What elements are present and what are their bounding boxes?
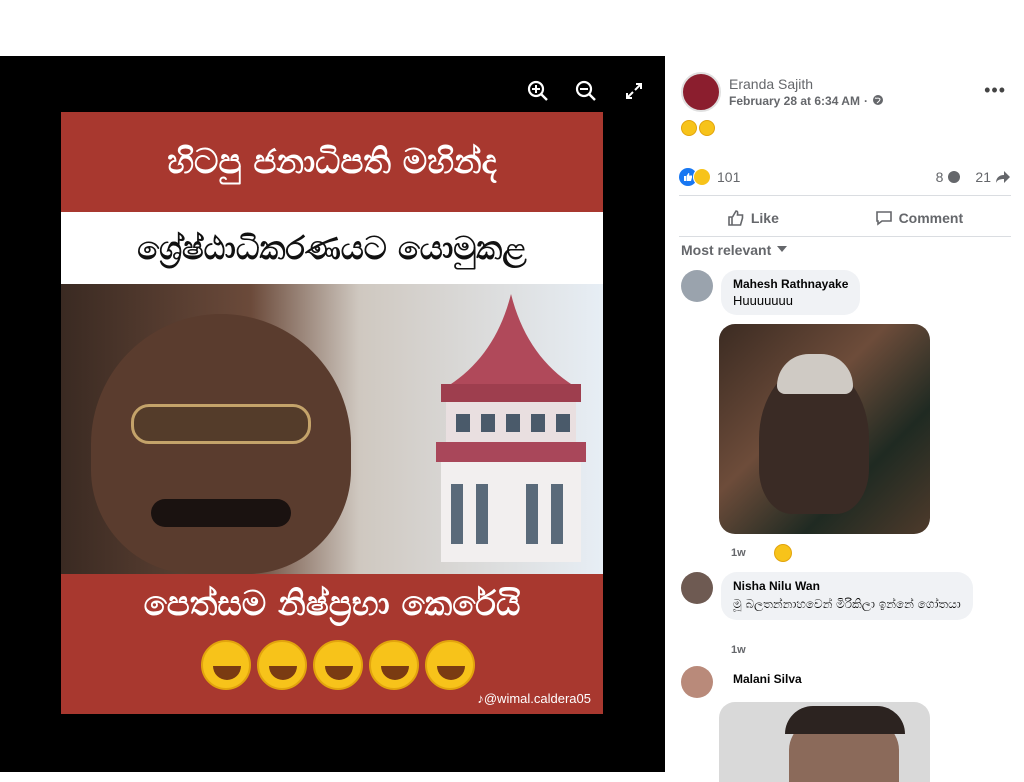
comment-label: Comment <box>898 210 964 226</box>
laughing-emoji-icon <box>313 640 363 690</box>
comment-bubble-icon <box>948 171 961 183</box>
man-portrait <box>91 314 351 574</box>
comment-time[interactable]: 1w <box>731 644 746 656</box>
commenter-avatar[interactable] <box>681 270 713 302</box>
laughing-emoji-icon <box>257 640 307 690</box>
author-name[interactable]: Eranda Sajith <box>729 76 884 92</box>
comment-meta: 1w <box>731 544 792 562</box>
zoom-in-icon[interactable] <box>525 78 551 104</box>
image-photo <box>61 284 603 574</box>
post-meta: February 28 at 6:34 AM · <box>729 94 884 109</box>
reactions-bar: 101 8 21 <box>679 168 1011 186</box>
haha-reaction-icon <box>773 544 792 562</box>
commenter-name[interactable]: Malani Silva <box>733 672 802 686</box>
like-label: Like <box>750 210 779 226</box>
image-bottom-band: පෙත්සම නිෂ්ප්‍රභා කෙරේයි ♪@wimal.caldera… <box>61 574 603 714</box>
post-sidebar: Eranda Sajith February 28 at 6:34 AM · •… <box>665 56 1024 782</box>
shares-count: 21 <box>975 169 991 185</box>
comment-item: Mahesh Rathnayake Huuuuuuu <box>681 270 861 315</box>
engagement-counts: 8 21 <box>936 169 1011 185</box>
court-building <box>436 294 586 562</box>
image-headline-1: හිටපු ජනාධිපති මහින්ද <box>61 112 603 212</box>
haha-reaction-icon <box>693 168 711 186</box>
like-button[interactable]: Like <box>727 209 779 227</box>
share-arrow-icon <box>996 171 1010 183</box>
top-bar <box>0 0 1024 56</box>
commenter-avatar[interactable] <box>681 572 713 604</box>
comment-meta: 1w <box>731 644 746 656</box>
comment-text: Huuuuuuu <box>733 293 793 308</box>
post-date[interactable]: February 28 at 6:34 AM <box>729 94 860 108</box>
post-actions: Like Comment <box>679 200 1011 236</box>
laughing-emoji-icon <box>369 640 419 690</box>
thumbs-up-icon <box>728 210 744 226</box>
commenter-avatar[interactable] <box>681 666 713 698</box>
comment-item: Nisha Nilu Wan මූ බලතන්නාහවෙන් මිරිකිලා … <box>681 572 973 620</box>
comment-sort-dropdown[interactable]: Most relevant <box>681 242 788 258</box>
photo-viewer: හිටපු ජනාධිපති මහින්ද ශ්‍රේෂ්ඨාධිකරණයට ය… <box>0 56 665 772</box>
post-image: හිටපු ජනාධිපති මහින්ද ශ්‍රේෂ්ඨාධිකරණයට ය… <box>61 112 603 714</box>
author-row: Eranda Sajith February 28 at 6:34 AM · <box>681 72 884 112</box>
commenter-name[interactable]: Mahesh Rathnayake <box>733 277 848 291</box>
sunglasses <box>131 404 311 444</box>
laughing-emoji-row <box>201 640 475 690</box>
laughing-emoji-icon <box>681 120 697 136</box>
more-options-button[interactable]: ••• <box>984 80 1006 101</box>
meta-separator: · <box>863 94 868 108</box>
comment-bubble: Nisha Nilu Wan මූ බලතන්නාහවෙන් මිරිකිලා … <box>721 572 973 620</box>
post-caption <box>681 120 715 136</box>
zoom-out-icon[interactable] <box>573 78 599 104</box>
dark-hair <box>785 706 905 734</box>
comment-button[interactable]: Comment <box>875 209 964 227</box>
watermark: ♪@wimal.caldera05 <box>477 691 591 706</box>
comment-gif[interactable] <box>719 702 930 782</box>
mustache <box>151 499 291 527</box>
comments-count: 8 <box>935 169 944 185</box>
gray-hair <box>777 354 853 394</box>
comments-count-group[interactable]: 8 <box>936 169 962 185</box>
comment-bubble: Malani Silva <box>721 666 814 698</box>
caret-down-icon <box>777 246 788 252</box>
comment-bubble: Mahesh Rathnayake Huuuuuuu <box>721 270 861 315</box>
comment-item: Malani Silva <box>681 666 814 698</box>
divider <box>679 195 1011 196</box>
sort-label: Most relevant <box>681 242 772 258</box>
comment-text: මූ බලතන්නාහවෙන් මිරිකිලා ඉන්නේ ගෝතයා <box>733 597 961 611</box>
commenter-name[interactable]: Nisha Nilu Wan <box>733 579 961 593</box>
laughing-emoji-icon <box>425 640 475 690</box>
reaction-summary[interactable]: 101 <box>679 168 740 186</box>
comment-time[interactable]: 1w <box>731 547 746 559</box>
shares-count-group[interactable]: 21 <box>975 169 1011 185</box>
comment-icon <box>875 211 892 226</box>
divider <box>679 236 1011 237</box>
author-avatar[interactable] <box>681 72 721 112</box>
fullscreen-icon[interactable] <box>621 78 647 104</box>
comment-gif[interactable] <box>719 324 930 534</box>
laughing-emoji-icon <box>699 120 715 136</box>
reactions-count: 101 <box>717 169 741 185</box>
viewer-controls <box>525 78 647 104</box>
image-headline-3: පෙත්සම නිෂ්ප්‍රභා කෙරේයි <box>143 584 521 624</box>
image-headline-2: ශ්‍රේෂ්ඨාධිකරණයට යොමුකළ <box>61 212 603 284</box>
laughing-emoji-icon <box>201 640 251 690</box>
globe-icon <box>872 94 884 109</box>
